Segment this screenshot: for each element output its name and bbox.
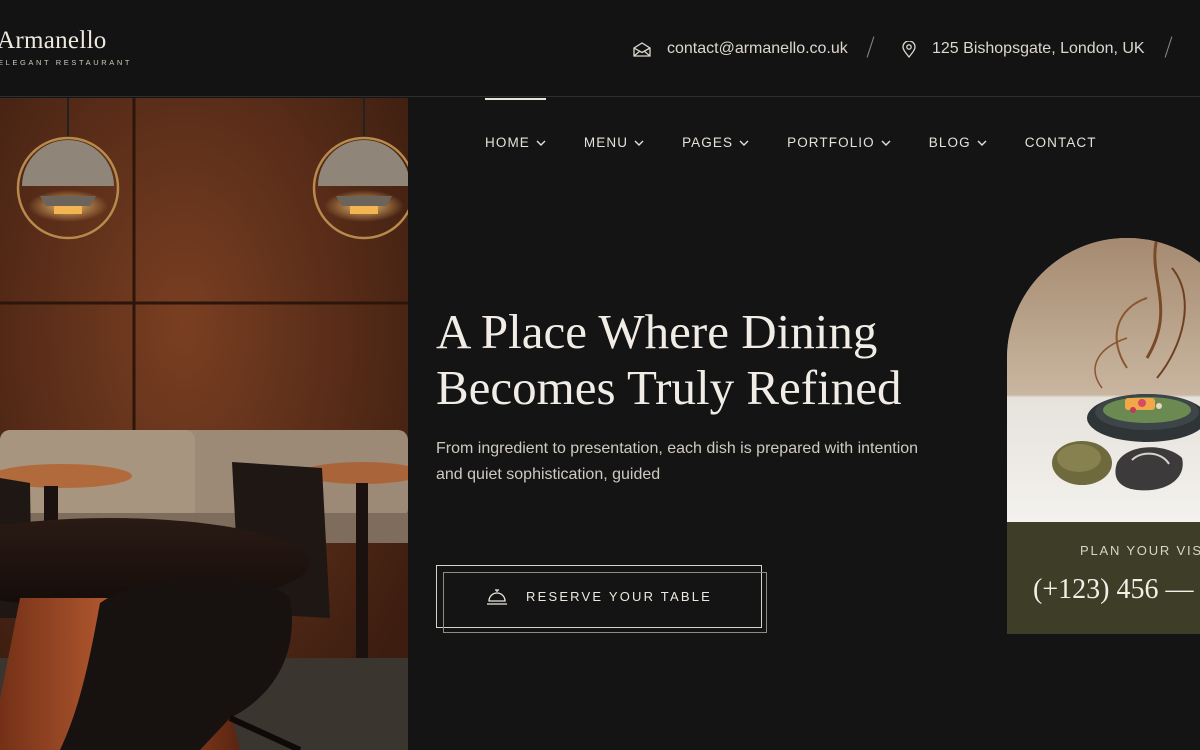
nav-item-blog[interactable]: BLOG xyxy=(929,98,987,188)
restaurant-interior-photo xyxy=(0,98,408,750)
hero-title-line: A Place Where Dining xyxy=(436,304,878,359)
nav-item-portfolio[interactable]: PORTFOLIO xyxy=(787,98,891,188)
map-pin-icon xyxy=(902,40,916,58)
nav-item-label: CONTACT xyxy=(1024,135,1097,150)
brand-name: Armanello xyxy=(0,27,107,54)
visit-card: PLAN YOUR VISI (+123) 456 — xyxy=(1007,238,1200,634)
brand-tagline: ELEGANT RESTAURANT xyxy=(0,58,133,67)
nav-item-menu[interactable]: MENU xyxy=(584,98,644,188)
hero-title-line: Becomes Truly Refined xyxy=(436,360,902,415)
address-text: 125 Bishopsgate, London, UK xyxy=(932,40,1145,57)
nav-item-contact[interactable]: CONTACT xyxy=(1025,98,1097,188)
top-bar: Armanello ELEGANT RESTAURANT contact@arm… xyxy=(0,0,1200,97)
chevron-down-icon xyxy=(881,140,891,146)
chevron-down-icon xyxy=(977,140,987,146)
chevron-down-icon xyxy=(634,140,644,146)
plated-dish-photo xyxy=(1007,238,1200,523)
reserve-button-label: RESERVE YOUR TABLE xyxy=(525,589,713,604)
plan-visit-panel: PLAN YOUR VISI (+123) 456 — xyxy=(1007,522,1200,634)
main-nav: HOME MENU PAGES PORTFOLIO BLOG CONTACT xyxy=(485,98,1135,188)
brand-logo[interactable]: Armanello ELEGANT RESTAURANT xyxy=(0,27,132,67)
nav-item-label: PAGES xyxy=(682,135,734,150)
reserve-button-content: RESERVE YOUR TABLE xyxy=(437,566,761,627)
address-link[interactable]: 125 Bishopsgate, London, UK xyxy=(902,38,1145,60)
email-link[interactable]: contact@armanello.co.uk xyxy=(633,38,848,60)
email-text: contact@armanello.co.uk xyxy=(667,40,848,57)
hero-title: A Place Where Dining Becomes Truly Refin… xyxy=(436,304,976,416)
nav-item-label: MENU xyxy=(583,135,629,150)
nav-item-label: HOME xyxy=(485,135,530,150)
hero-subtitle-line: and quiet sophistication, guided xyxy=(436,466,661,483)
envelope-icon xyxy=(633,41,651,57)
service-bell-icon xyxy=(486,588,507,605)
nav-item-pages[interactable]: PAGES xyxy=(682,98,749,188)
topbar-divider xyxy=(1164,36,1173,58)
chevron-down-icon xyxy=(739,140,749,146)
plan-visit-label: PLAN YOUR VISI xyxy=(1080,543,1200,558)
phone-link[interactable]: (+123) 456 — xyxy=(1033,574,1193,606)
topbar-divider xyxy=(866,36,875,58)
reserve-table-button[interactable]: RESERVE YOUR TABLE xyxy=(436,565,767,633)
nav-item-label: PORTFOLIO xyxy=(787,135,875,150)
nav-item-home[interactable]: HOME xyxy=(485,98,546,188)
hero-subtitle-line: From ingredient to presentation, each di… xyxy=(436,440,919,457)
nav-item-label: BLOG xyxy=(928,135,971,150)
hero-subtitle: From ingredient to presentation, each di… xyxy=(436,436,936,488)
chevron-down-icon xyxy=(536,140,546,146)
